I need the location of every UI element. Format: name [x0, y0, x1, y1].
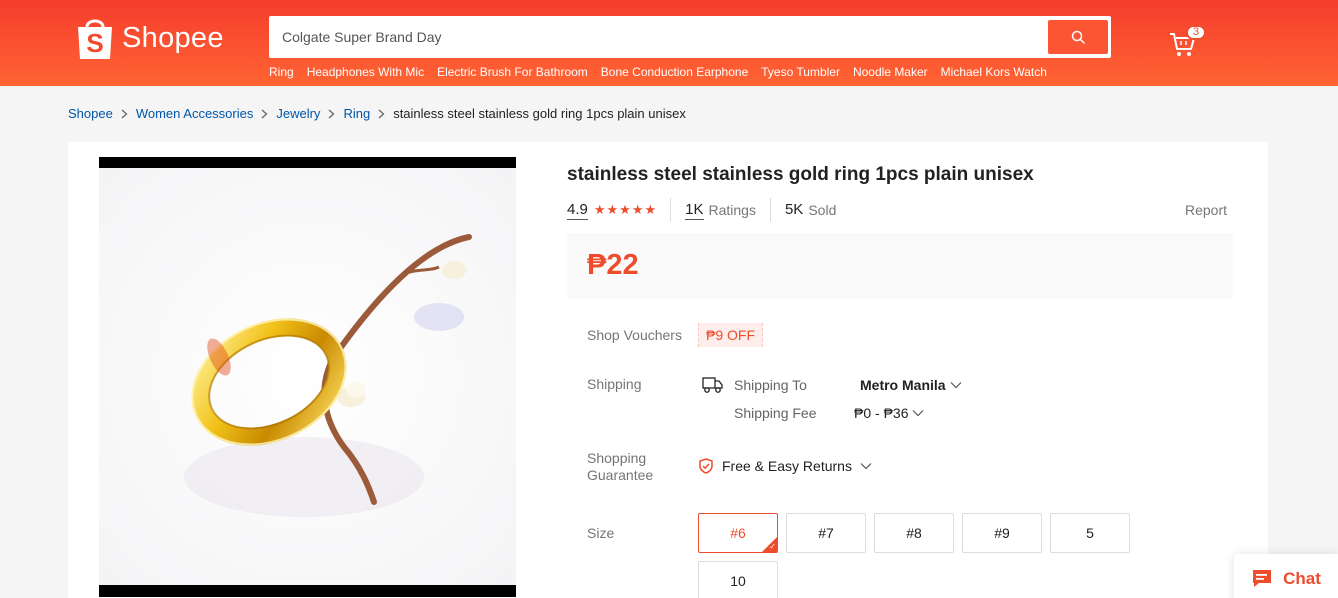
size-option[interactable]: #8: [874, 513, 954, 553]
shopee-logo[interactable]: S Shopee: [76, 15, 224, 61]
truck-icon: [702, 376, 724, 399]
sold-label: Sold: [808, 202, 837, 218]
guarantee-dropdown[interactable]: Free & Easy Returns: [698, 458, 872, 474]
breadcrumb-link[interactable]: Women Accessories: [136, 106, 254, 121]
product-price: ₱22: [587, 249, 639, 281]
chevron-right-icon: [121, 109, 128, 119]
suggestion-link[interactable]: Headphones With Mic: [307, 65, 424, 79]
brand-name: Shopee: [122, 21, 224, 54]
chat-icon: [1253, 570, 1272, 587]
shipping-to-label: Shipping To: [734, 377, 807, 393]
chevron-down-icon: [950, 382, 962, 389]
suggestion-link[interactable]: Tyeso Tumbler: [761, 65, 840, 79]
suggestion-link[interactable]: Noodle Maker: [853, 65, 928, 79]
shop-vouchers-label: Shop Vouchers: [587, 327, 682, 343]
size-option[interactable]: 10: [698, 561, 778, 598]
size-option-label: #7: [818, 525, 834, 541]
size-option[interactable]: #9: [962, 513, 1042, 553]
breadcrumb-link[interactable]: Shopee: [68, 106, 113, 121]
chevron-right-icon: [328, 109, 335, 119]
suggestion-link[interactable]: Electric Brush For Bathroom: [437, 65, 588, 79]
sold-count: 5K: [784, 201, 804, 218]
chevron-down-icon: [860, 463, 872, 470]
shield-check-icon: [699, 458, 713, 474]
shipping-to-value: Metro Manila: [860, 377, 946, 393]
image-border-bottom: [99, 585, 516, 597]
search-bar: [269, 16, 1111, 58]
size-option[interactable]: #7: [786, 513, 866, 553]
shipping-fee-value: ₱0 - ₱36: [854, 405, 909, 421]
price-section: ₱22: [567, 233, 1233, 299]
star-icon: ★: [619, 202, 631, 217]
shipping-to-dropdown[interactable]: Metro Manila: [860, 377, 962, 393]
star-icon: ★: [606, 202, 619, 217]
cart-count-badge: 3: [1186, 25, 1206, 40]
breadcrumb-current: stainless steel stainless gold ring 1pcs…: [393, 106, 686, 121]
ratings-count[interactable]: 1K: [685, 201, 704, 220]
chevron-right-icon: [378, 109, 385, 119]
shipping-fee-dropdown[interactable]: ₱0 - ₱36: [854, 405, 924, 421]
size-option-label: #8: [906, 525, 922, 541]
suggestion-link[interactable]: Ring: [269, 65, 294, 79]
suggestion-link[interactable]: Bone Conduction Earphone: [601, 65, 748, 79]
ratings-label: Ratings: [708, 202, 756, 218]
svg-text:S: S: [86, 28, 103, 58]
shipping-label: Shipping: [587, 376, 642, 392]
rating-stars: ★ ★ ★ ★ ★: [594, 202, 656, 218]
size-label: Size: [587, 525, 615, 541]
size-option-selected[interactable]: #6 ✓: [698, 513, 778, 553]
star-icon: ★: [631, 202, 644, 217]
chevron-right-icon: [261, 109, 268, 119]
product-image[interactable]: [99, 157, 516, 597]
search-icon: [1071, 30, 1085, 44]
shopping-guarantee-label: Shopping Guarantee: [587, 450, 653, 484]
size-option-label: 5: [1086, 525, 1094, 541]
guarantee-value: Free & Easy Returns: [722, 458, 852, 474]
size-option-label: #9: [994, 525, 1010, 541]
shipping-fee-label: Shipping Fee: [734, 405, 817, 421]
search-button[interactable]: [1048, 20, 1108, 54]
breadcrumb-link[interactable]: Jewelry: [276, 106, 320, 121]
chat-label: Chat: [1283, 569, 1321, 588]
divider: [769, 198, 771, 222]
guarantee-label-line: Shopping: [587, 450, 647, 466]
size-option-label: 10: [730, 573, 746, 589]
voucher-tag[interactable]: ₱9 OFF: [698, 323, 764, 347]
cart-button[interactable]: 3: [1168, 25, 1206, 60]
top-header: S Shopee 3 Ring Headphones With Mic Elec…: [0, 0, 1338, 86]
shopping-bag-icon: S: [76, 15, 114, 61]
guarantee-label-line: Guarantee: [587, 467, 654, 483]
breadcrumb: Shopee Women Accessories Jewelry Ring st…: [68, 106, 686, 121]
rating-value[interactable]: 4.9: [567, 201, 588, 220]
ring-photo: [99, 168, 516, 585]
star-icon: ★: [644, 202, 657, 217]
chat-button[interactable]: Chat: [1234, 554, 1338, 598]
search-suggestions: Ring Headphones With Mic Electric Brush …: [269, 65, 1047, 79]
divider: [670, 198, 672, 222]
suggestion-link[interactable]: Michael Kors Watch: [941, 65, 1047, 79]
report-link[interactable]: Report: [1185, 202, 1227, 218]
check-icon: ✓: [769, 542, 776, 551]
chevron-down-icon: [913, 410, 924, 417]
size-option-label: #6: [730, 525, 746, 541]
star-icon: ★: [593, 202, 606, 217]
product-card: stainless steel stainless gold ring 1pcs…: [68, 142, 1268, 598]
search-input[interactable]: [272, 19, 1048, 55]
product-stats: 4.9 ★ ★ ★ ★ ★ 1K Ratings 5K Sold: [567, 198, 836, 222]
size-option[interactable]: 5: [1050, 513, 1130, 553]
product-title: stainless steel stainless gold ring 1pcs…: [567, 164, 1034, 185]
breadcrumb-link[interactable]: Ring: [343, 106, 370, 121]
